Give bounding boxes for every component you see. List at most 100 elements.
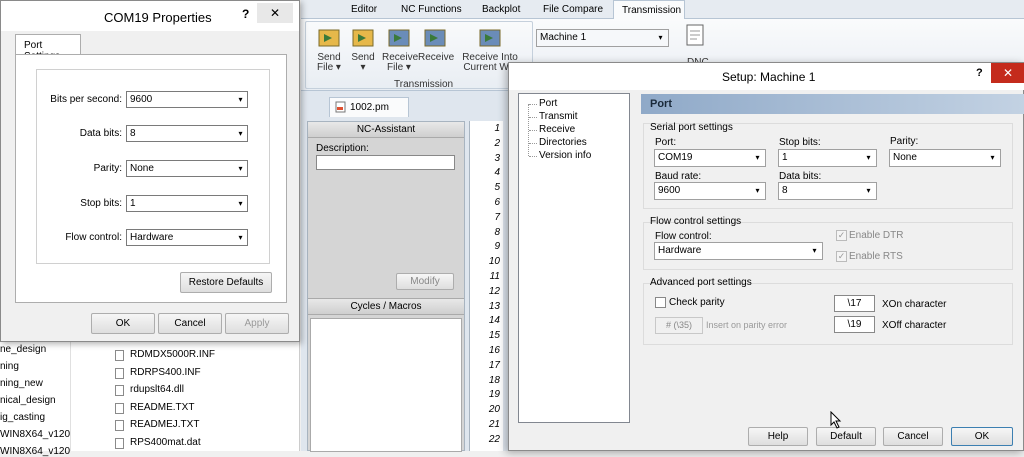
port-select-value: COM19 (658, 152, 693, 163)
line-number-gutter: 1 2 3 4 5 6 7 8 9 10 11 12 13 14 15 16 17 18 19 20 21 22 (469, 121, 503, 451)
flow-control-select[interactable]: Hardware ▾ (654, 242, 823, 260)
line-number: 3 (494, 152, 500, 164)
ribbon-send-button[interactable]: Send ▾ (346, 24, 380, 78)
flow-control-label: Flow control: (65, 232, 122, 243)
explorer-folder-item[interactable]: ne_design (0, 344, 46, 355)
file-row[interactable]: rdupslt64.dll (112, 383, 292, 399)
tab-editor[interactable]: Editor (351, 4, 377, 15)
ribbon-receive-button[interactable]: Receive (418, 24, 454, 78)
flow-control-select-value: Hardware (658, 245, 702, 256)
tree-item-receive[interactable]: Receive (539, 124, 575, 135)
explorer-folder-item[interactable]: WIN8X64_v120 (0, 429, 70, 440)
cancel-button[interactable]: Cancel (883, 427, 943, 446)
explorer-divider (70, 340, 71, 451)
parity-char-field[interactable]: # (\35) (655, 317, 703, 334)
explorer-folder-item[interactable]: ig_casting (0, 412, 45, 423)
ribbon-receive-file-button[interactable]: Receive File ▾ (382, 24, 418, 78)
chevron-down-icon: ▾ (238, 95, 243, 104)
help-icon[interactable]: ? (242, 7, 249, 21)
flow-control-select[interactable]: Hardware ▾ (126, 229, 248, 246)
port-header: Port (641, 94, 1024, 114)
tree-item-transmit[interactable]: Transmit (539, 111, 578, 122)
bits-per-second-select[interactable]: 9600 ▾ (126, 91, 248, 108)
com19-ok-button[interactable]: OK (91, 313, 155, 334)
stop-bits-select[interactable]: 1 ▾ (778, 149, 877, 167)
data-bits-select-value: 8 (782, 185, 788, 196)
insert-on-parity-error-label: Insert on parity error (706, 320, 788, 330)
restore-defaults-button[interactable]: Restore Defaults (180, 272, 272, 293)
tree-item-port[interactable]: Port (539, 98, 557, 109)
check-parity-checkbox[interactable] (655, 297, 666, 308)
settings-tree: Port Transmit Receive Directories Version in… (518, 93, 630, 423)
receive-file-icon (424, 29, 446, 47)
description-field[interactable] (316, 155, 455, 170)
file-name: RDRPS400.INF (130, 366, 201, 378)
port-settings-page: Bits per second: 9600 ▾ Data bits: 8 ▾ Parity:… (15, 54, 287, 303)
data-bits-select[interactable]: 8 ▾ (778, 182, 877, 200)
close-icon: ✕ (269, 6, 281, 20)
setup-machine-dialog: Setup: Machine 1 ? ✕ Port Transmit Receive… (508, 62, 1024, 451)
tree-item-directories[interactable]: Directories (539, 137, 587, 148)
tab-backplot[interactable]: Backplot (482, 4, 520, 15)
tab-port-settings[interactable]: Port Settings (15, 34, 81, 62)
line-number: 16 (488, 345, 500, 356)
chevron-down-icon: ▾ (866, 153, 871, 162)
file-row[interactable]: RDRPS400.INF (112, 366, 292, 382)
default-button[interactable]: Default (816, 427, 876, 446)
line-number: 4 (494, 167, 500, 179)
enable-rts-checkbox[interactable]: ✓ (836, 251, 847, 262)
parity-select[interactable]: None ▾ (126, 160, 248, 177)
com19-cancel-button[interactable]: Cancel (158, 313, 222, 334)
com19-title: COM19 Properties (104, 10, 212, 25)
line-number: 22 (488, 433, 500, 445)
enable-dtr-checkbox[interactable]: ✓ (836, 230, 847, 241)
machine-select[interactable]: Machine 1 ▾ (536, 29, 669, 47)
modify-button[interactable]: Modify (396, 273, 454, 290)
file-tab[interactable]: 1002.pm (329, 97, 409, 117)
explorer-folder-list: ne_designning ning_new nical_design ig_cast… (0, 340, 110, 457)
help-button[interactable]: Help (748, 427, 808, 446)
com19-properties-dialog: COM19 Properties ? ✕ Port Settings Bits … (0, 0, 300, 342)
explorer-file-list: RDMDX5000R.INF RDRPS400.INF rdupslt64.dll R… (112, 348, 297, 451)
explorer-folder-item[interactable]: ning (0, 361, 19, 372)
file-row[interactable]: RDMDX5000R.INF (112, 348, 292, 364)
tab-transmission[interactable]: Transmission (613, 0, 685, 20)
explorer-folder-item[interactable]: ning_new (0, 378, 43, 389)
tree-dash (529, 156, 537, 157)
stop-bits-select[interactable]: 1 ▾ (126, 195, 248, 212)
cycles-macros-list[interactable] (310, 318, 462, 452)
line-number: 11 (489, 271, 500, 282)
data-bits-select[interactable]: 8 ▾ (126, 125, 248, 142)
file-row[interactable]: README.TXT (112, 401, 292, 417)
ok-button[interactable]: OK (951, 427, 1013, 446)
parity-select[interactable]: None ▾ (889, 149, 1001, 167)
explorer-folder-item[interactable]: WIN8X64_v120 (0, 446, 70, 457)
send-file-icon (352, 29, 374, 47)
dnc-icon (686, 24, 704, 46)
xoff-field[interactable]: \19 (834, 316, 875, 333)
chevron-down-icon: ▾ (238, 233, 243, 242)
line-number: 14 (488, 315, 500, 327)
com19-apply-button[interactable]: Apply (225, 313, 289, 334)
tab-nc-functions[interactable]: NC Functions (401, 4, 462, 15)
line-number: 10 (488, 256, 500, 268)
help-icon[interactable]: ? (976, 67, 983, 79)
xon-field[interactable]: \17 (834, 295, 875, 312)
flow-control-value: Hardware (130, 232, 174, 243)
port-select[interactable]: COM19 ▾ (654, 149, 766, 167)
file-name: README.TXT (130, 401, 195, 413)
chevron-down-icon: ▾ (238, 164, 243, 173)
tree-item-version-info[interactable]: Version info (539, 150, 591, 161)
tab-file-compare[interactable]: File Compare (543, 4, 603, 15)
baud-rate-select[interactable]: 9600 ▾ (654, 182, 766, 200)
com19-close-button[interactable]: ✕ (257, 3, 293, 23)
check-parity-label: Check parity (669, 297, 725, 308)
file-row[interactable]: READMEJ.TXT (112, 418, 292, 434)
file-name: RDMDX5000R.INF (130, 349, 216, 360)
ribbon-send-file-button[interactable]: Send File ▾ (312, 24, 346, 78)
setup-close-button[interactable]: ✕ (991, 63, 1024, 83)
explorer-folder-item[interactable]: nical_design (0, 395, 56, 406)
file-row[interactable]: RPS400mat.dat (112, 436, 292, 452)
line-number: 2 (494, 137, 500, 149)
data-bits-label: Data bits: (779, 171, 822, 182)
